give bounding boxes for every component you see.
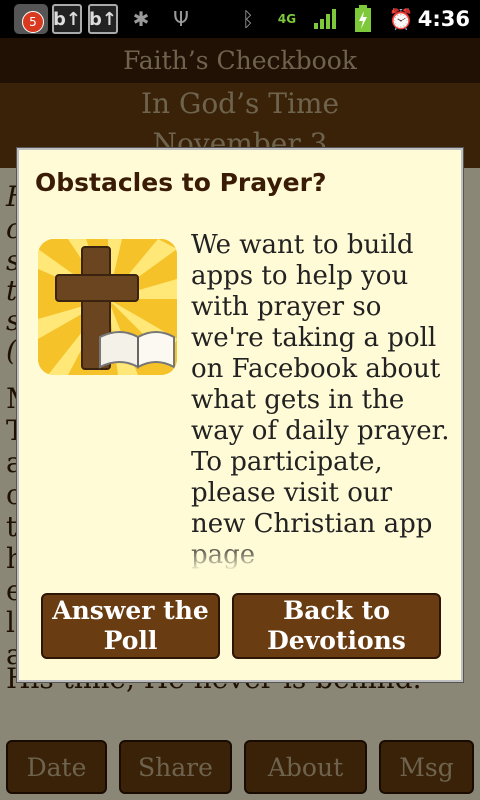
bluetooth-icon: ᛒ: [242, 7, 254, 31]
4g-icon: 4G: [277, 12, 297, 26]
usb-icon: Ψ: [173, 7, 189, 31]
dialog-message[interactable]: We want to build apps to help you with p…: [191, 230, 451, 570]
signal-icon: [312, 5, 340, 33]
status-bar: 5 b↑ b↑ ✱ Ψ ᛒ 4G ⏰ 4:36: [0, 0, 480, 38]
b-upload-icon[interactable]: b↑: [52, 4, 82, 34]
back-to-devotions-button[interactable]: Back to Devotions: [232, 593, 441, 659]
cross-bible-icon: [38, 239, 177, 375]
alarm-icon: ⏰: [388, 7, 414, 31]
battery-charging-icon: [352, 5, 374, 33]
android-debug-icon: ✱: [132, 7, 150, 31]
clock: 4:36: [417, 7, 470, 31]
scroll-fade: [191, 542, 451, 572]
notification-count-badge: 5: [22, 11, 44, 33]
b-upload-icon[interactable]: b↑: [88, 4, 118, 34]
dialog-title: Obstacles to Prayer?: [35, 168, 327, 197]
poll-dialog: Obstacles to Prayer? We want to build ap…: [17, 148, 463, 682]
answer-poll-button[interactable]: Answer the Poll: [41, 593, 220, 659]
